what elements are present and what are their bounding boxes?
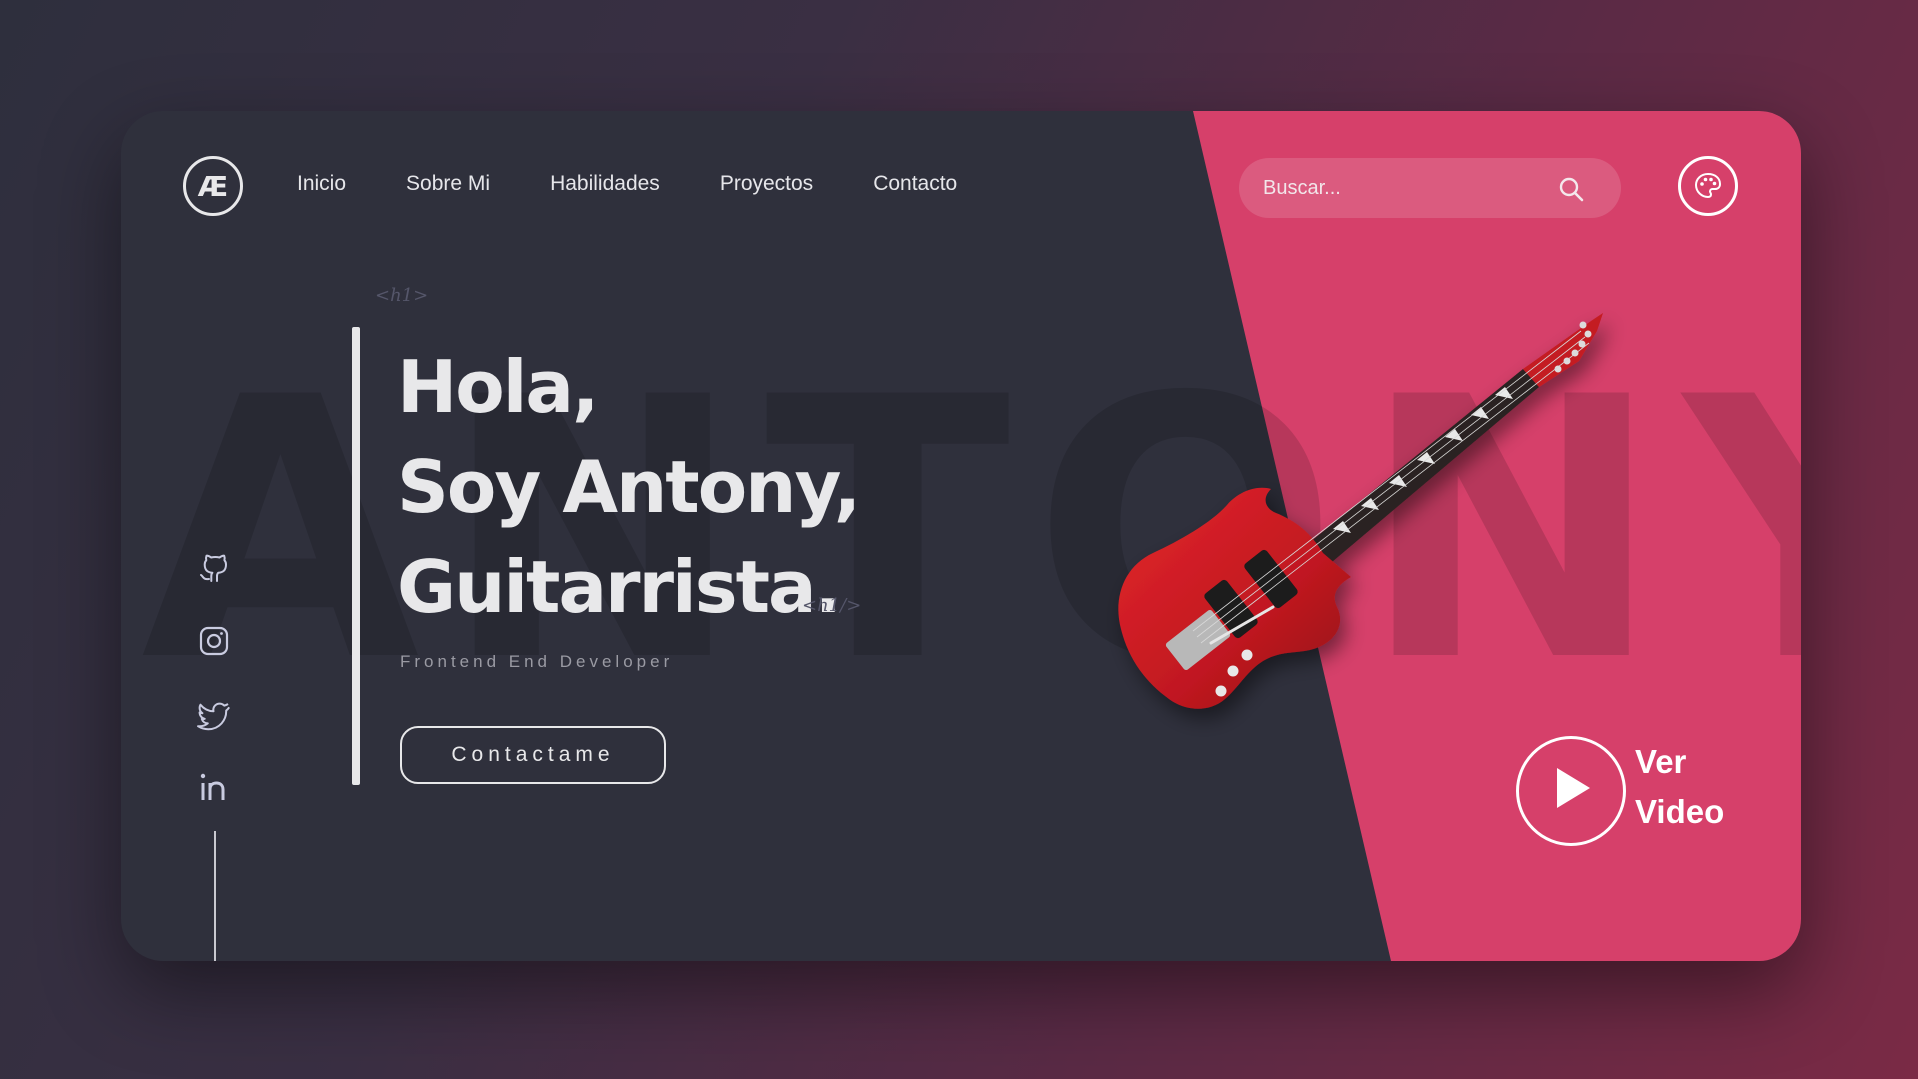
- contact-button[interactable]: Contactame: [400, 726, 666, 784]
- search-bar: [1239, 158, 1621, 218]
- hero-subtitle: Frontend End Developer: [400, 652, 674, 671]
- nav-item-contacto[interactable]: Contacto: [873, 171, 957, 197]
- video-label-line-2: Video: [1635, 793, 1725, 830]
- video-label-line-1: Ver: [1635, 743, 1687, 780]
- search-icon[interactable]: [1557, 175, 1585, 203]
- main-nav: Inicio Sobre Mi Habilidades Proyectos Co…: [297, 171, 1017, 197]
- github-icon[interactable]: [197, 551, 231, 585]
- nav-item-proyectos[interactable]: Proyectos: [720, 171, 813, 197]
- video-label[interactable]: Ver Video: [1635, 737, 1724, 837]
- h1-open-tag: <h1>: [375, 285, 429, 306]
- instagram-icon[interactable]: [197, 624, 231, 658]
- social-divider-line: [214, 831, 216, 961]
- nav-item-habilidades[interactable]: Habilidades: [550, 171, 660, 197]
- guitar-image: [1118, 313, 1603, 709]
- headline-line-1: Hola,: [397, 345, 599, 429]
- theme-button[interactable]: [1678, 156, 1738, 216]
- palette-icon: [1694, 172, 1722, 199]
- brand-logo[interactable]: Æ: [183, 156, 243, 216]
- hero-headline: Hola, Soy Antony, Guitarrista.: [397, 337, 861, 637]
- play-icon: [1557, 768, 1590, 808]
- nav-item-inicio[interactable]: Inicio: [297, 171, 346, 197]
- social-links: [197, 551, 253, 843]
- hero-accent-bar: [352, 327, 360, 785]
- landing-card: ANTONY Æ Inicio Sobre Mi Habilidades Pro…: [121, 111, 1801, 961]
- play-video-button[interactable]: [1516, 736, 1626, 846]
- headline-line-3: Guitarrista.: [397, 545, 842, 629]
- twitter-icon[interactable]: [197, 697, 231, 731]
- headline-line-2: Soy Antony,: [397, 445, 861, 529]
- h1-close-tag: <h1/>: [802, 595, 862, 616]
- search-input[interactable]: [1261, 175, 1555, 201]
- nav-item-sobre-mi[interactable]: Sobre Mi: [406, 171, 490, 197]
- linkedin-icon[interactable]: [197, 770, 231, 804]
